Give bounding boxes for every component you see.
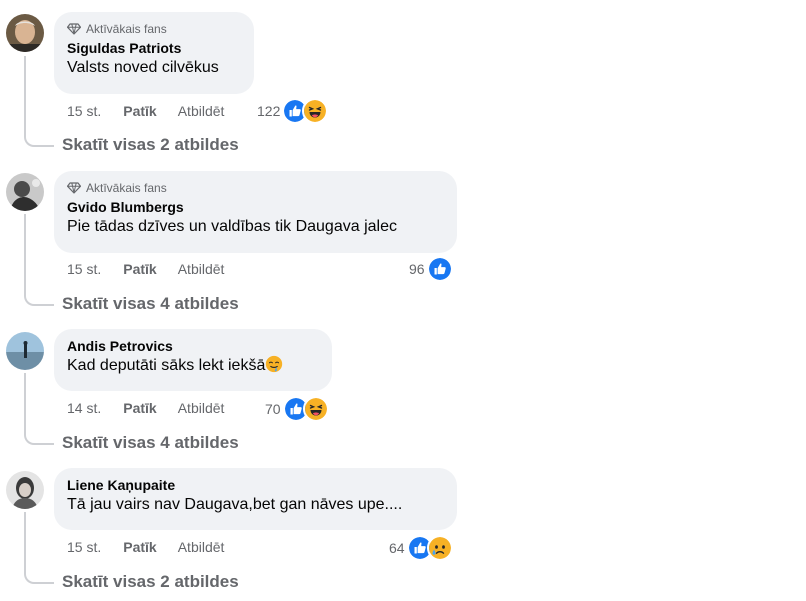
reaction-summary[interactable]: 64 — [389, 535, 453, 561]
comment-bubble: Aktīvākais fans Siguldas Patriots Valsts… — [54, 12, 254, 94]
top-fan-badge: Aktīvākais fans — [67, 20, 241, 37]
like-button[interactable]: Patīk — [123, 400, 156, 416]
comment-actions: 15 st. Patīk Atbildēt — [67, 537, 224, 557]
reaction-summary[interactable]: 70 — [265, 396, 329, 422]
reply-button[interactable]: Atbildēt — [178, 261, 225, 277]
comment-time[interactable]: 15 st. — [67, 261, 101, 277]
reply-button[interactable]: Atbildēt — [178, 539, 225, 555]
reaction-count: 96 — [409, 261, 425, 277]
drooling-face-icon — [265, 355, 283, 373]
comment-text-content: Kad deputāti sāks lekt iekšā — [67, 357, 266, 374]
like-button[interactable]: Patīk — [123, 539, 156, 555]
comment-text: Tā jau vairs nav Daugava,bet gan nāves u… — [67, 496, 403, 513]
diamond-icon — [67, 182, 81, 194]
view-replies-link[interactable]: Skatīt visas 2 atbildes — [62, 571, 239, 593]
diamond-icon — [67, 23, 81, 35]
reaction-summary[interactable]: 122 — [257, 98, 329, 124]
reply-button[interactable]: Atbildēt — [178, 400, 225, 416]
top-fan-badge: Aktīvākais fans — [67, 179, 444, 196]
reply-thread-line — [24, 373, 54, 445]
badge-label: Aktīvākais fans — [86, 180, 167, 195]
like-reaction-icon — [426, 256, 453, 282]
comment-bubble: Aktīvākais fans Gvido Blumbergs Pie tāda… — [54, 171, 457, 253]
view-replies-link[interactable]: Skatīt visas 2 atbildes — [62, 134, 239, 156]
badge-label: Aktīvākais fans — [86, 21, 167, 36]
sad-reaction-icon — [426, 535, 453, 561]
avatar[interactable] — [6, 173, 44, 211]
haha-reaction-icon — [302, 396, 329, 422]
comment-author[interactable]: Liene Kaņupaite — [67, 476, 444, 494]
comment-bubble: Andis Petrovics Kad deputāti sāks lekt i… — [54, 329, 332, 391]
comment-actions: 15 st. Patīk Atbildēt — [67, 259, 224, 279]
comment-time[interactable]: 15 st. — [67, 103, 101, 119]
comment-time[interactable]: 15 st. — [67, 539, 101, 555]
like-button[interactable]: Patīk — [123, 261, 156, 277]
reply-thread-line — [24, 512, 54, 584]
comment-time[interactable]: 14 st. — [67, 400, 101, 416]
avatar[interactable] — [6, 332, 44, 370]
comment-actions: 15 st. Patīk Atbildēt — [67, 101, 224, 121]
comment-bubble: Liene Kaņupaite Tā jau vairs nav Daugava… — [54, 468, 457, 530]
avatar[interactable] — [6, 14, 44, 52]
comment-actions: 14 st. Patīk Atbildēt — [67, 398, 224, 418]
reply-button[interactable]: Atbildēt — [178, 103, 225, 119]
view-replies-link[interactable]: Skatīt visas 4 atbildes — [62, 432, 239, 454]
avatar[interactable] — [6, 471, 44, 509]
reply-thread-line — [24, 214, 54, 306]
reaction-count: 122 — [257, 103, 281, 119]
comment-author[interactable]: Gvido Blumbergs — [67, 198, 444, 216]
view-replies-link[interactable]: Skatīt visas 4 atbildes — [62, 293, 239, 315]
reaction-count: 64 — [389, 540, 405, 556]
reaction-summary[interactable]: 96 — [409, 256, 453, 282]
haha-reaction-icon — [302, 98, 329, 124]
comment-text: Pie tādas dzīves un valdības tik Daugava… — [67, 218, 397, 235]
comment-author[interactable]: Andis Petrovics — [67, 337, 319, 355]
comment-author[interactable]: Siguldas Patriots — [67, 39, 241, 57]
comment-text: Valsts noved cilvēkus — [67, 59, 219, 76]
reaction-count: 70 — [265, 401, 281, 417]
reply-thread-line — [24, 56, 54, 147]
comment-text: Kad deputāti sāks lekt iekšā — [67, 355, 319, 377]
like-button[interactable]: Patīk — [123, 103, 156, 119]
